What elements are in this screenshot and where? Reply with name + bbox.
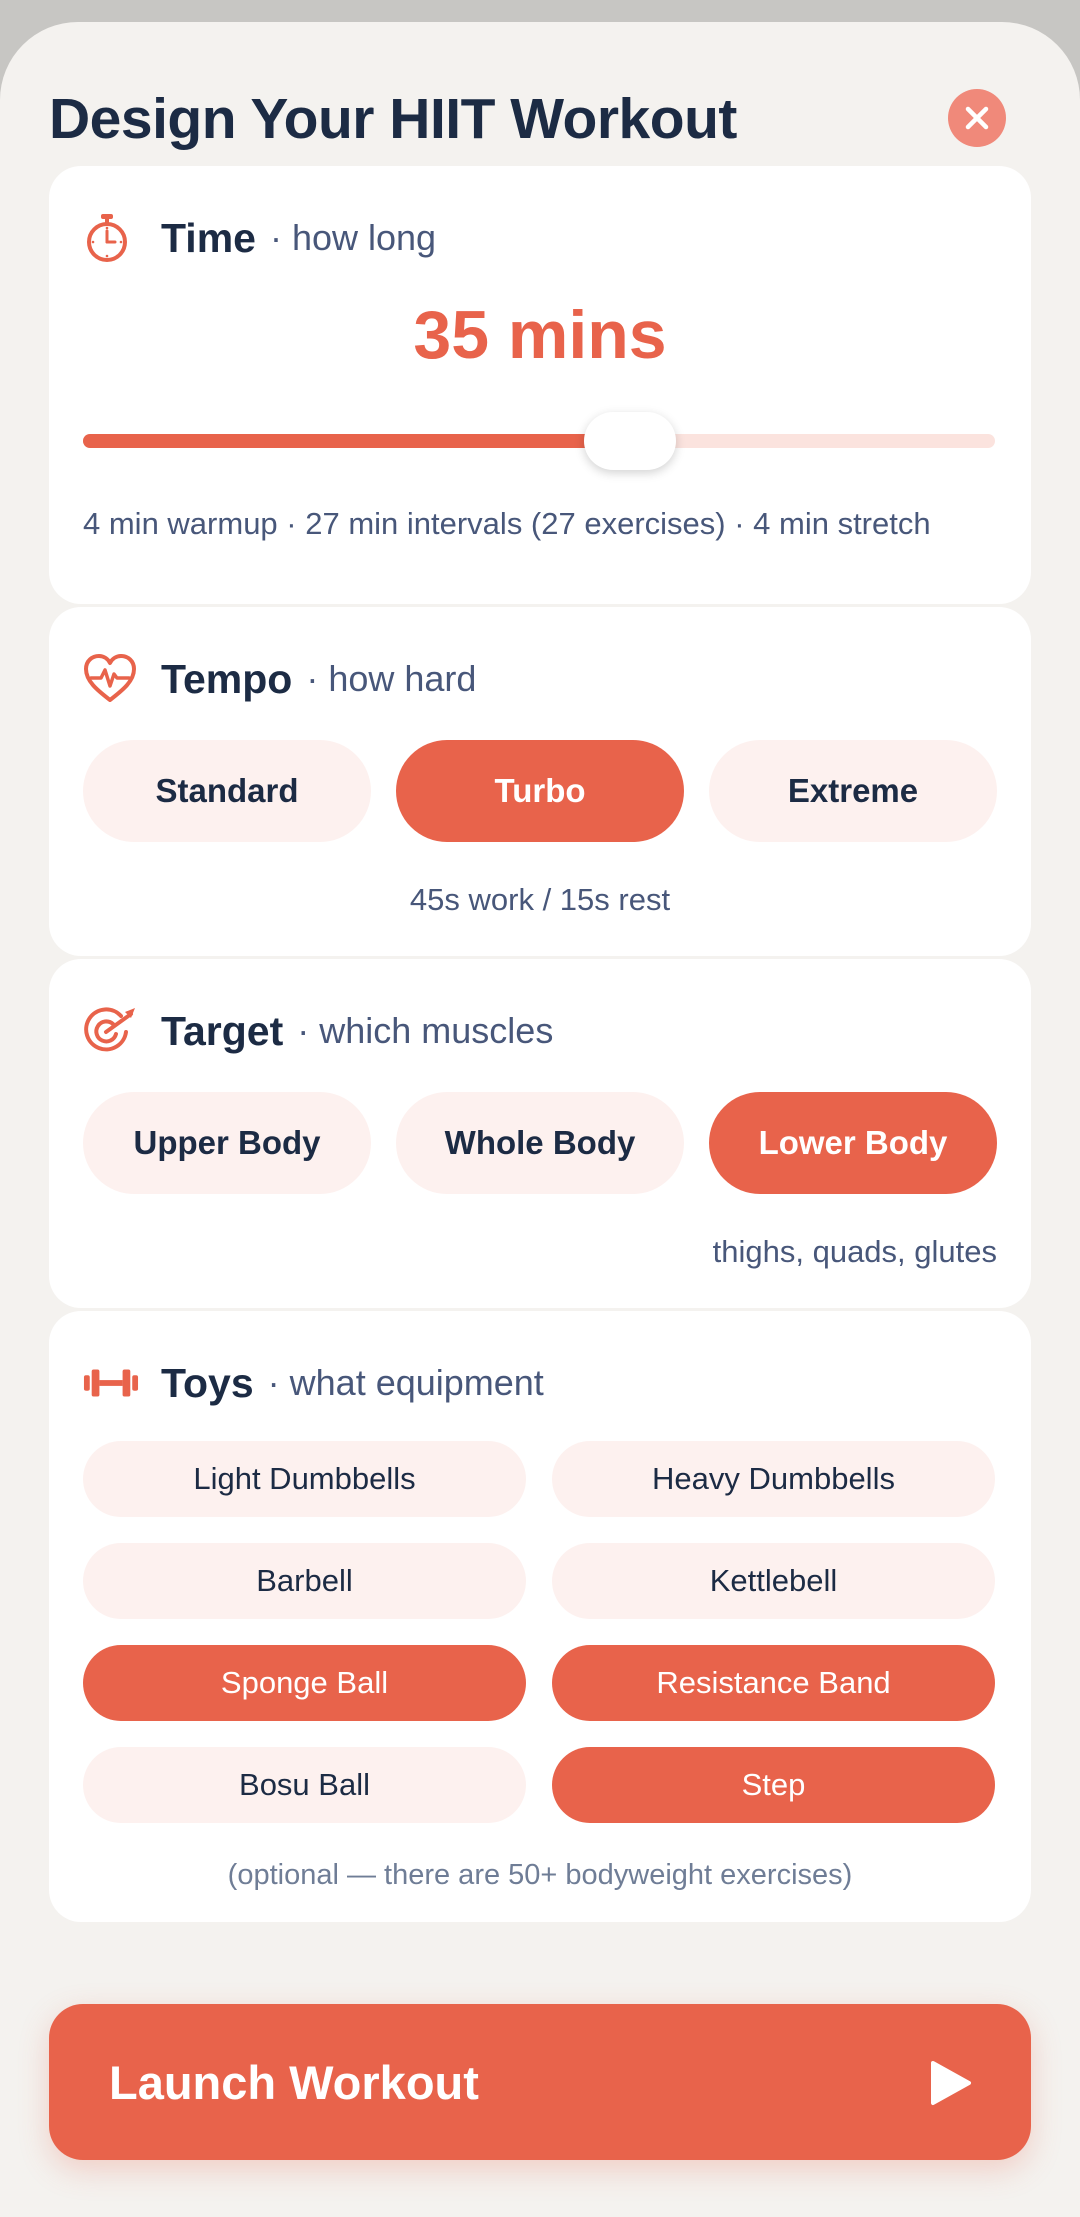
tempo-option-turbo[interactable]: Turbo: [396, 740, 684, 842]
launch-workout-button[interactable]: Launch Workout: [49, 2004, 1031, 2160]
equipment-optional-note: (optional — there are 50+ bodyweight exe…: [227, 1859, 853, 1891]
target-options: Upper Body Whole Body Lower Body: [83, 1092, 997, 1194]
target-note: thighs, quads, glutes: [712, 1234, 997, 1269]
page-title: Design Your HIIT Workout: [49, 87, 737, 151]
tempo-label: Tempo: [161, 655, 293, 702]
equipment-bosu-ball[interactable]: Bosu Ball: [83, 1747, 526, 1823]
equipment-kettlebell[interactable]: Kettlebell: [552, 1543, 995, 1619]
equipment-grid: Light Dumbbells Heavy Dumbbells Barbell …: [83, 1441, 995, 1823]
play-icon: [931, 2061, 971, 2105]
target-card-header: Target · which muscles: [83, 1001, 553, 1061]
duration-value: 35 mins: [413, 297, 667, 373]
time-breakdown: 4 min warmup · 27 min intervals (27 exer…: [83, 506, 931, 541]
target-card: Target · which muscles Upper Body Whole …: [49, 959, 1031, 1308]
tempo-note: 45s work / 15s rest: [409, 882, 671, 917]
time-card: Time · how long 35 mins 4 min warmup · 2…: [49, 166, 1031, 604]
equipment-step[interactable]: Step: [552, 1747, 995, 1823]
stopwatch-icon: [83, 210, 139, 266]
equipment-heavy-dumbbells[interactable]: Heavy Dumbbells: [552, 1441, 995, 1517]
target-sub: · which muscles: [297, 1010, 554, 1051]
tempo-option-standard[interactable]: Standard: [83, 740, 371, 842]
toys-label: Toys: [161, 1359, 254, 1406]
time-sub: · how long: [269, 217, 437, 258]
duration-slider-track[interactable]: [83, 434, 995, 448]
tempo-card: Tempo · how hard Standard Turbo Extreme …: [49, 607, 1031, 956]
equipment-barbell[interactable]: Barbell: [83, 1543, 526, 1619]
dumbbell-icon: [83, 1355, 139, 1411]
equipment-resistance-band[interactable]: Resistance Band: [552, 1645, 995, 1721]
equipment-light-dumbbells[interactable]: Light Dumbbells: [83, 1441, 526, 1517]
target-option-whole-body[interactable]: Whole Body: [396, 1092, 684, 1194]
target-label: Target: [161, 1007, 284, 1054]
tempo-option-extreme[interactable]: Extreme: [709, 740, 997, 842]
duration-slider-thumb[interactable]: [584, 412, 677, 470]
workout-design-sheet: Design Your HIIT Workout Time · how long: [0, 22, 1080, 2217]
tempo-options: Standard Turbo Extreme: [83, 740, 997, 842]
toys-sub: · what equipment: [267, 1362, 544, 1403]
close-button[interactable]: [948, 89, 1006, 147]
equipment-sponge-ball[interactable]: Sponge Ball: [83, 1645, 526, 1721]
time-card-header: Time · how long: [83, 208, 436, 268]
heart-pulse-icon: [83, 651, 139, 707]
tempo-card-header: Tempo · how hard: [83, 649, 476, 709]
launch-workout-label: Launch Workout: [109, 2055, 479, 2109]
close-icon: [965, 106, 989, 130]
time-label: Time: [161, 214, 256, 261]
toys-card: Toys · what equipment Light Dumbbells He…: [49, 1311, 1031, 1922]
target-option-lower-body[interactable]: Lower Body: [709, 1092, 997, 1194]
toys-card-header: Toys · what equipment: [83, 1353, 544, 1413]
target-option-upper-body[interactable]: Upper Body: [83, 1092, 371, 1194]
duration-slider-fill: [83, 434, 631, 448]
target-arrow-icon: [83, 1003, 139, 1059]
tempo-sub: · how hard: [306, 658, 477, 699]
